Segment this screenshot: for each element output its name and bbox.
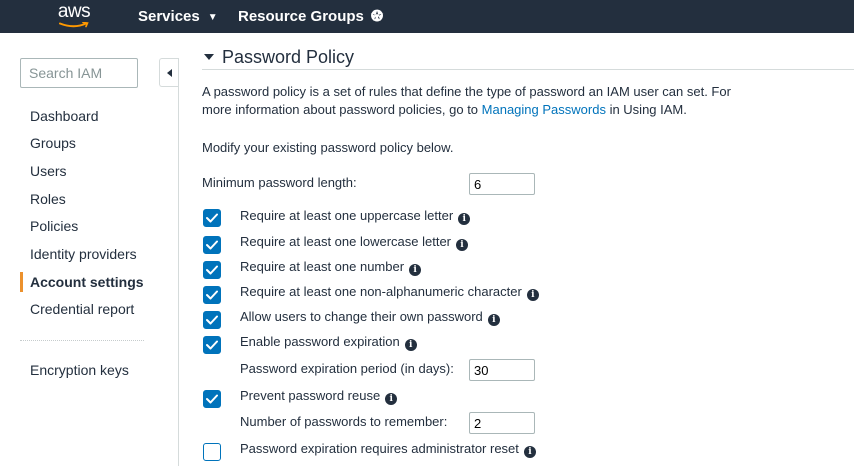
lowercase-checkbox[interactable] xyxy=(203,236,221,254)
info-icon[interactable]: i xyxy=(404,339,417,351)
description-text-end: in Using IAM. xyxy=(605,102,687,117)
sidebar-collapse-button[interactable] xyxy=(159,58,179,87)
checkmark-icon xyxy=(206,315,218,325)
expiration-period-label: Password expiration period (in days): xyxy=(240,361,454,376)
sidebar-item-credential-report[interactable]: Credential report xyxy=(30,301,134,317)
checkmark-icon xyxy=(206,240,218,250)
info-icon[interactable]: i xyxy=(409,264,422,276)
sidebar-item-roles[interactable]: Roles xyxy=(30,191,66,207)
search-input[interactable] xyxy=(20,58,138,88)
aws-logo[interactable]: aws xyxy=(57,0,91,33)
chevron-down-icon: ▼ xyxy=(207,12,218,23)
checkmark-icon xyxy=(206,394,218,404)
admin-reset-label: Password expiration requires administrat… xyxy=(240,441,519,456)
lowercase-label: Require at least one lowercase letter xyxy=(240,234,452,249)
pin-icon[interactable]: ✪ xyxy=(367,0,387,33)
info-icon[interactable]: i xyxy=(458,213,471,225)
password-expiration-option: Enable password expiration i xyxy=(240,334,417,351)
description-text: more information about password policies… xyxy=(202,102,482,117)
min-length-input[interactable] xyxy=(469,173,535,195)
remember-count-input[interactable] xyxy=(469,412,535,434)
non-alphanumeric-label: Require at least one non-alphanumeric ch… xyxy=(240,284,522,299)
caret-left-icon xyxy=(167,69,172,77)
modify-instructions: Modify your existing password policy bel… xyxy=(202,140,454,155)
sidebar-divider xyxy=(178,58,179,466)
services-menu[interactable]: Services ▼ xyxy=(138,0,218,33)
sidebar-section-divider xyxy=(20,340,144,341)
section-title: Password Policy xyxy=(222,47,355,67)
resource-groups-menu[interactable]: Resource Groups ▼ xyxy=(238,0,382,33)
checkmark-icon xyxy=(206,290,218,300)
number-checkbox[interactable] xyxy=(203,261,221,279)
lowercase-option: Require at least one lowercase letter i xyxy=(240,234,469,251)
sidebar-item-users[interactable]: Users xyxy=(30,163,67,179)
info-icon[interactable]: i xyxy=(526,289,539,301)
sidebar-item-identity-providers[interactable]: Identity providers xyxy=(30,246,137,262)
checkmark-icon xyxy=(206,213,218,223)
resource-groups-label: Resource Groups xyxy=(238,8,364,25)
uppercase-checkbox[interactable] xyxy=(203,209,221,227)
min-length-label: Minimum password length: xyxy=(202,175,357,190)
sidebar-item-account-settings[interactable]: Account settings xyxy=(30,274,144,290)
non-alphanumeric-checkbox[interactable] xyxy=(203,286,221,304)
top-nav-bar: aws Services ▼ Resource Groups ▼ ✪ xyxy=(0,0,854,33)
info-icon[interactable]: i xyxy=(456,239,469,251)
sidebar-item-policies[interactable]: Policies xyxy=(30,218,78,234)
section-header-rule xyxy=(202,69,854,70)
services-label: Services xyxy=(138,8,200,25)
uppercase-label: Require at least one uppercase letter xyxy=(240,208,454,223)
info-icon[interactable]: i xyxy=(523,446,536,458)
prevent-reuse-label: Prevent password reuse xyxy=(240,388,381,403)
admin-reset-checkbox[interactable] xyxy=(203,443,221,461)
allow-change-password-checkbox[interactable] xyxy=(203,311,221,329)
prevent-reuse-checkbox[interactable] xyxy=(203,390,221,408)
sidebar-item-groups[interactable]: Groups xyxy=(30,135,76,151)
description-line-2: more information about password policies… xyxy=(202,102,687,117)
prevent-reuse-option: Prevent password reuse i xyxy=(240,388,398,405)
uppercase-option: Require at least one uppercase letter i xyxy=(240,208,471,225)
info-icon[interactable]: i xyxy=(487,314,500,326)
password-expiration-checkbox[interactable] xyxy=(203,336,221,354)
sidebar-item-encryption-keys[interactable]: Encryption keys xyxy=(30,362,129,378)
aws-logo-text: aws xyxy=(57,1,91,22)
checkmark-icon xyxy=(206,265,218,275)
password-expiration-label: Enable password expiration xyxy=(240,334,400,349)
info-icon[interactable]: i xyxy=(385,393,398,405)
sidebar-item-dashboard[interactable]: Dashboard xyxy=(30,108,99,124)
managing-passwords-link[interactable]: Managing Passwords xyxy=(482,102,606,117)
allow-change-password-option: Allow users to change their own password… xyxy=(240,309,500,326)
checkmark-icon xyxy=(206,340,218,350)
non-alphanumeric-option: Require at least one non-alphanumeric ch… xyxy=(240,284,539,301)
remember-count-label: Number of passwords to remember: xyxy=(240,414,448,429)
number-label: Require at least one number xyxy=(240,259,405,274)
admin-reset-option: Password expiration requires administrat… xyxy=(240,441,536,458)
expiration-period-input[interactable] xyxy=(469,359,535,381)
aws-smile-icon xyxy=(59,22,89,28)
caret-down-icon xyxy=(204,54,214,60)
number-option: Require at least one number i xyxy=(240,259,422,276)
active-indicator xyxy=(20,272,23,292)
description-line-1: A password policy is a set of rules that… xyxy=(202,84,731,99)
allow-change-password-label: Allow users to change their own password xyxy=(240,309,483,324)
